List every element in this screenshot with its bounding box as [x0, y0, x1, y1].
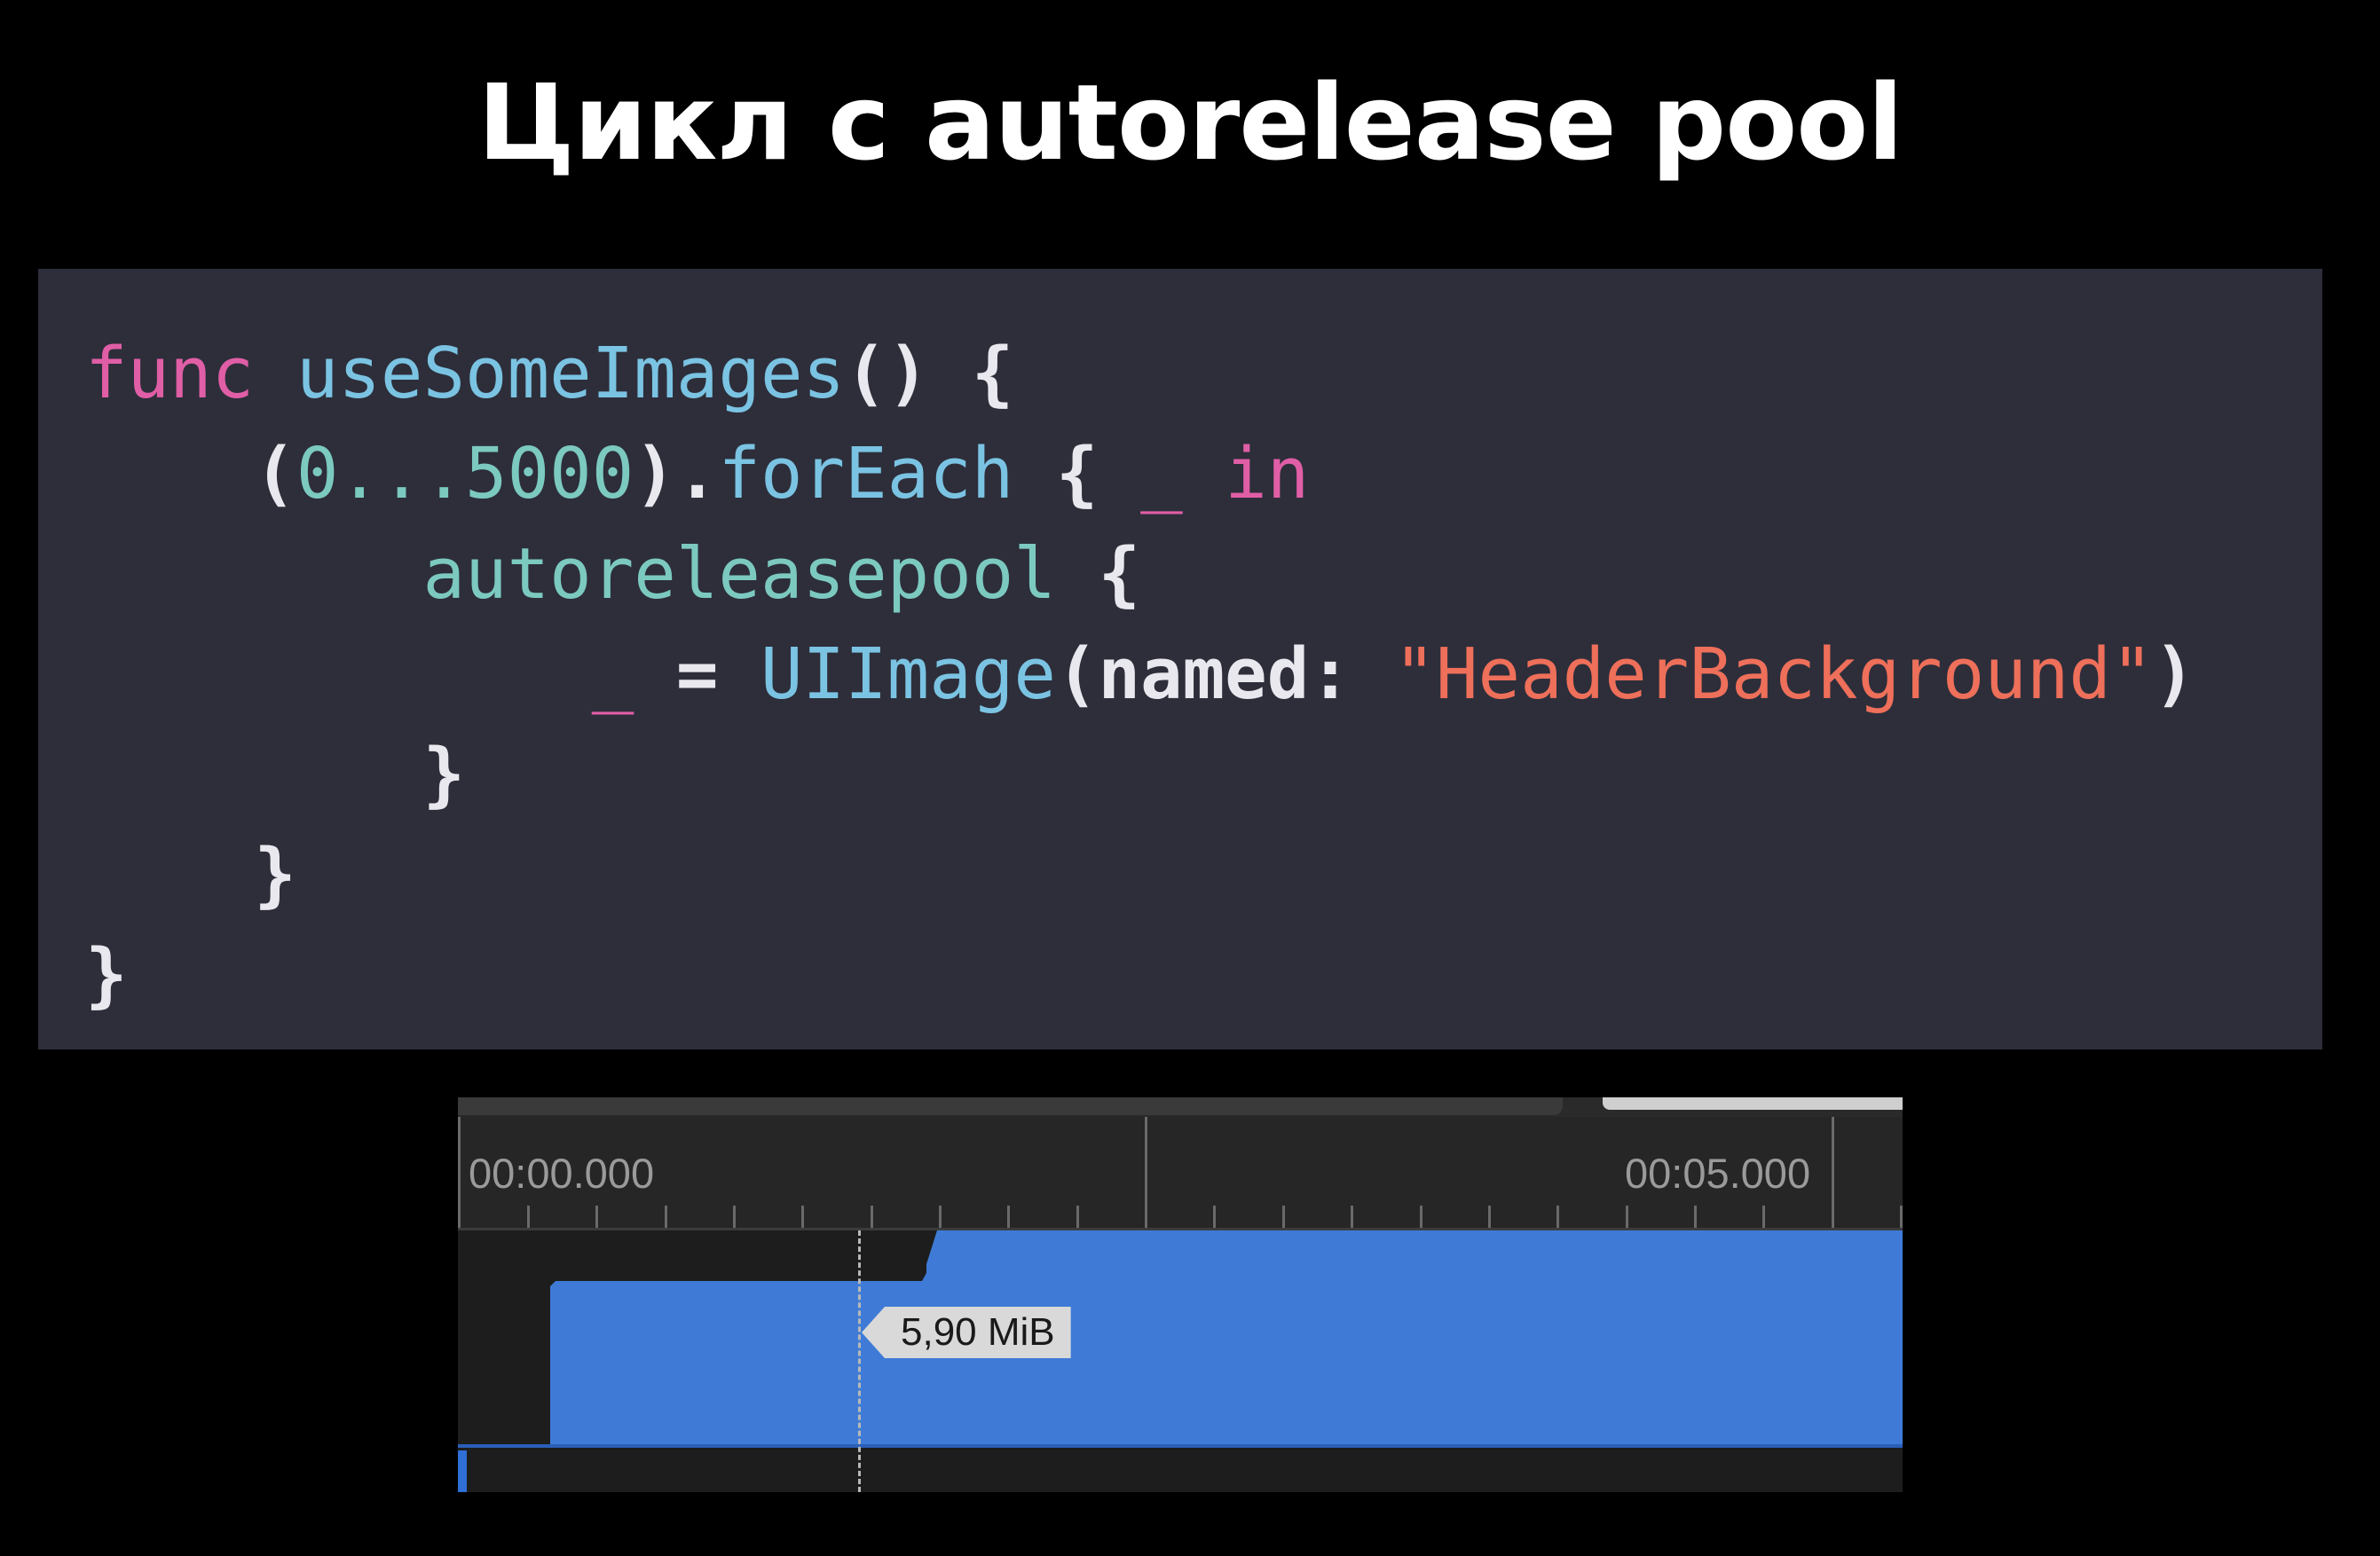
ruler-tick: [1007, 1206, 1010, 1228]
slide-title: Цикл с autorelease pool: [477, 61, 1903, 184]
ruler-tick: [871, 1206, 873, 1228]
code-token: autoreleasepool: [422, 533, 1056, 615]
ruler-tick: [1145, 1117, 1147, 1228]
code-token: }: [85, 834, 296, 916]
code-token: useSomeImages: [296, 333, 846, 414]
scrollbar-groove: [458, 1097, 1563, 1115]
code-line: _ = UIImage(named: "HeaderBackground"): [85, 625, 2195, 725]
ruler-tick: [801, 1206, 804, 1228]
code-token: =: [634, 633, 760, 715]
code-token: ).: [634, 433, 719, 515]
ruler-tick: [1282, 1206, 1285, 1228]
code-line: (0...5000).forEach { _ in: [85, 424, 1309, 524]
code-token: ): [2153, 633, 2196, 715]
code-line: }: [85, 825, 296, 925]
code-token: (: [85, 433, 296, 515]
code-token: {: [1013, 433, 1141, 515]
ruler-tick: [733, 1206, 736, 1228]
code-token: UIImage: [760, 633, 1056, 715]
ruler-tick: [1694, 1206, 1697, 1228]
memory-usage-area: [458, 1230, 1903, 1448]
code-token: _: [591, 633, 634, 715]
memory-value-label: 5,90 MiB: [862, 1307, 1071, 1358]
ruler-end-label: 00:05.000: [1625, 1150, 1811, 1197]
code-token: 0...5000: [296, 433, 634, 515]
scrollbar-thumb[interactable]: [1603, 1097, 1903, 1110]
code-line: }: [85, 725, 465, 825]
ruler-tick: [1900, 1206, 1903, 1228]
time-ruler: 00:00.000 00:05.000: [458, 1117, 1903, 1230]
ruler-tick: [1213, 1206, 1216, 1228]
code-line: autoreleasepool {: [85, 524, 1141, 625]
timeline-scrollbar[interactable]: [458, 1097, 1903, 1117]
ruler-tick: [1626, 1206, 1628, 1228]
code-line: func useSomeImages() {: [85, 324, 1013, 424]
ruler-tick: [1556, 1206, 1559, 1228]
code-token: () {: [845, 333, 1014, 414]
ruler-tick: [1488, 1206, 1491, 1228]
ruler-tick: [1420, 1206, 1422, 1228]
code-token: }: [85, 934, 128, 1016]
ruler-tick: [595, 1206, 598, 1228]
code-token: forEach: [718, 433, 1014, 515]
ruler-tick: [1076, 1206, 1079, 1228]
code-token: _: [1140, 433, 1183, 515]
memory-timeline: 00:00.000 00:05.000 5,90 MiB: [458, 1097, 1903, 1492]
code-token: }: [85, 734, 466, 815]
playhead-marker[interactable]: [458, 1450, 467, 1492]
ruler-tick: [939, 1206, 942, 1228]
ruler-tick: [665, 1206, 667, 1228]
code-panel: func useSomeImages() { (0...5000).forEac…: [38, 269, 2322, 1049]
ruler-tick: [527, 1206, 530, 1228]
code-token: "HeaderBackground": [1393, 633, 2154, 715]
ruler-start-label: 00:00.000: [469, 1150, 655, 1197]
ruler-tick: [1762, 1206, 1765, 1228]
code-token: (named:: [1055, 633, 1394, 715]
code-token: {: [1055, 533, 1141, 615]
memory-track[interactable]: [458, 1230, 1903, 1492]
cursor-line: [858, 1230, 861, 1492]
code-token: in: [1225, 433, 1310, 515]
code-token: func: [85, 333, 255, 414]
ruler-tick: [1351, 1206, 1353, 1228]
code-line: }: [85, 925, 128, 1026]
ruler-tick: [458, 1117, 461, 1228]
ruler-tick: [1832, 1117, 1834, 1228]
